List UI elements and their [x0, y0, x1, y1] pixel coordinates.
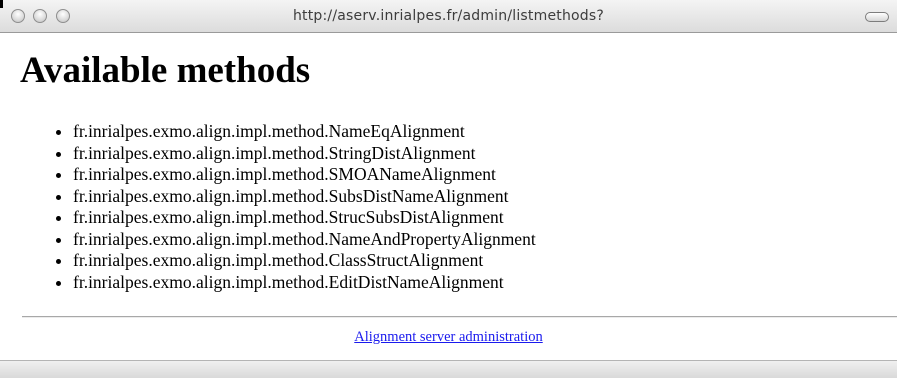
methods-list: fr.inrialpes.exmo.align.impl.method.Name… — [38, 121, 536, 293]
footer: Alignment server administration — [0, 329, 897, 346]
list-item: fr.inrialpes.exmo.align.impl.method.Stri… — [73, 143, 536, 165]
list-item: fr.inrialpes.exmo.align.impl.method.SMOA… — [73, 164, 536, 186]
list-item: fr.inrialpes.exmo.align.impl.method.Name… — [73, 229, 536, 251]
list-item: fr.inrialpes.exmo.align.impl.method.Name… — [73, 121, 536, 143]
page-title: Available methods — [20, 50, 311, 91]
list-item: fr.inrialpes.exmo.align.impl.method.Subs… — [73, 186, 536, 208]
list-item: fr.inrialpes.exmo.align.impl.method.Edit… — [73, 272, 536, 294]
window-titlebar: http://aserv.inrialpes.fr/admin/listmeth… — [0, 0, 897, 33]
window-title-url: http://aserv.inrialpes.fr/admin/listmeth… — [292, 8, 605, 24]
toolbar-toggle-button[interactable] — [865, 12, 889, 22]
list-item: fr.inrialpes.exmo.align.impl.method.Clas… — [73, 250, 536, 272]
window-corner-marker — [0, 0, 3, 8]
admin-link[interactable]: Alignment server administration — [354, 329, 542, 345]
status-bar — [0, 360, 897, 378]
footer-divider — [22, 316, 897, 318]
list-item: fr.inrialpes.exmo.align.impl.method.Stru… — [73, 207, 536, 229]
